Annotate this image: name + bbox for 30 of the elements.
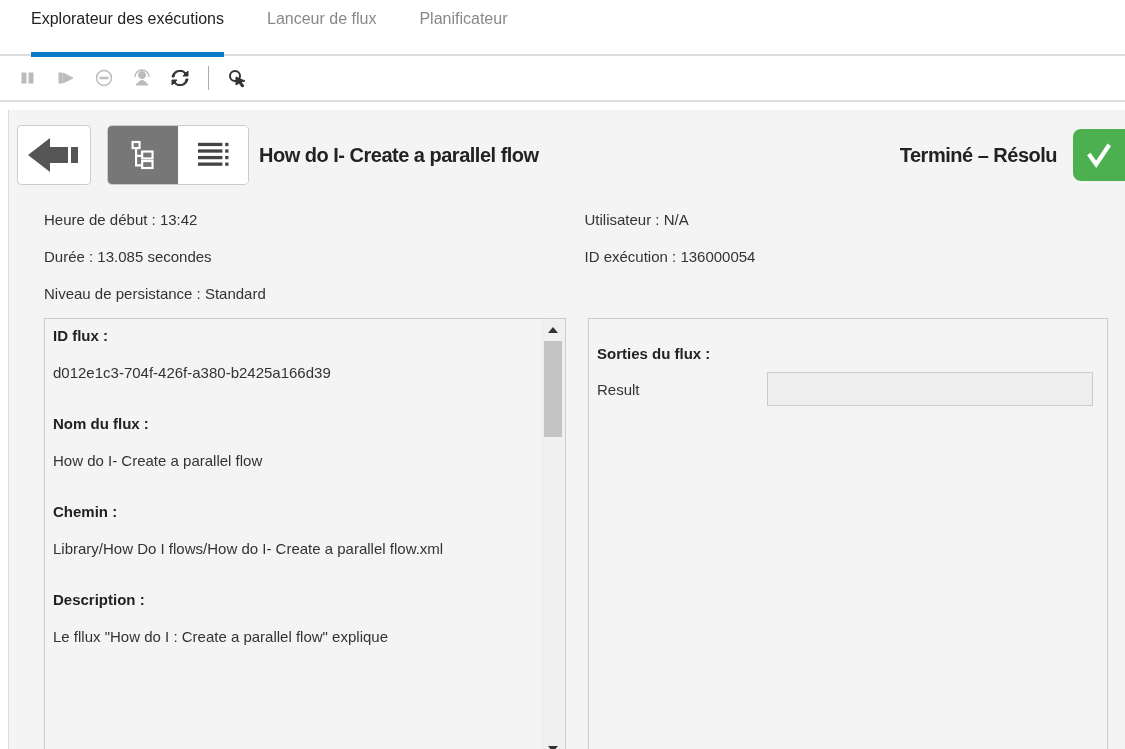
tree-view-button[interactable] bbox=[108, 126, 178, 184]
info-text: Heure de début : 13:42 bbox=[44, 210, 199, 230]
detail-heading: Description : bbox=[53, 591, 146, 608]
detail-heading: Nom du flux : bbox=[53, 415, 150, 432]
scrollbar[interactable] bbox=[541, 319, 565, 749]
output-label: Result bbox=[597, 380, 641, 398]
tab[interactable]: Planificateur bbox=[419, 0, 508, 52]
back-button[interactable] bbox=[17, 125, 91, 185]
detail-value: Library/How Do I flows/How do I- Create a parallel flow.xml bbox=[53, 539, 445, 559]
tab[interactable]: Explorateur des exécutions bbox=[31, 0, 224, 57]
detail-value: d012e1c3-704f-426f-a380-b2425a166d39 bbox=[53, 363, 332, 383]
output-field[interactable] bbox=[767, 372, 1093, 406]
flow-title: How do I- Create a parallel flow bbox=[259, 143, 540, 167]
scroll-thumb[interactable] bbox=[544, 341, 562, 437]
info-text: Niveau de persistance : Standard bbox=[44, 284, 267, 304]
pointer-icon[interactable] bbox=[227, 68, 247, 88]
scroll-up-icon[interactable] bbox=[548, 327, 558, 333]
detail-heading: Chemin : bbox=[53, 503, 119, 520]
tab[interactable]: Lanceur de flux bbox=[267, 0, 377, 52]
detail-value: How do I- Create a parallel flow bbox=[53, 451, 264, 471]
outputs-heading: Sorties du flux : bbox=[597, 345, 712, 362]
status-label: Terminé – Résolu bbox=[899, 143, 1057, 167]
refresh-icon[interactable] bbox=[170, 68, 190, 88]
tree-icon bbox=[130, 139, 156, 171]
info-text: ID exécution : 136000054 bbox=[584, 247, 757, 267]
info-text: Utilisateur : N/A bbox=[584, 210, 690, 230]
info-text: Durée : 13.085 secondes bbox=[44, 247, 213, 267]
list-view-button[interactable] bbox=[178, 126, 248, 184]
detail-heading: ID flux : bbox=[53, 327, 109, 344]
detail-value: Le fllux "How do I : Create a parallel flow" explique bbox=[53, 627, 389, 647]
